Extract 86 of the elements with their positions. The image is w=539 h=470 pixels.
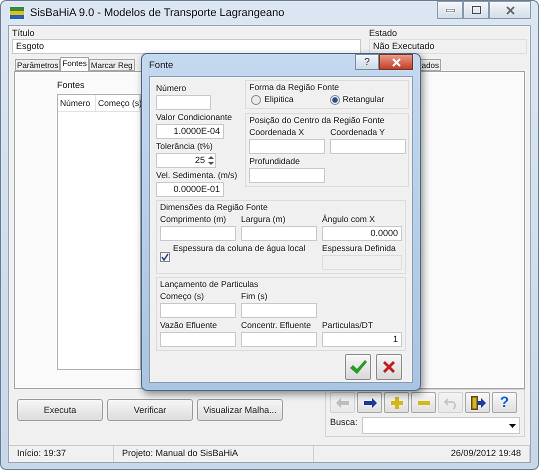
- spinner-arrows-icon: [207, 154, 215, 167]
- field-label: Vel. Sedimenta. (m/s): [156, 170, 238, 181]
- input-field[interactable]: [241, 332, 317, 347]
- field-label: Coordenada Y: [330, 127, 385, 138]
- close-icon: [506, 6, 514, 14]
- tab[interactable]: ados: [420, 59, 441, 71]
- input-field[interactable]: [249, 168, 326, 183]
- field-label: Largura (m): [241, 214, 286, 225]
- checkbox-label: Espessura da coluna de água local: [173, 243, 306, 254]
- close-icon: [392, 58, 400, 66]
- field-label: Profundidade: [249, 156, 300, 167]
- input-field[interactable]: [160, 226, 236, 241]
- spin-field[interactable]: 25: [156, 153, 216, 168]
- input-field[interactable]: 0.0000: [322, 226, 402, 241]
- field-label: Ângulo com X: [322, 214, 375, 225]
- arrow-left-icon: [336, 398, 350, 408]
- tab[interactable]: Parâmetros: [15, 59, 60, 71]
- field-label: Estado: [369, 28, 398, 39]
- input-field[interactable]: 0.0000E-01: [156, 182, 224, 197]
- door-arrow-icon: [470, 394, 486, 410]
- help-button[interactable]: ?: [355, 54, 379, 70]
- maximize-icon: [472, 6, 480, 14]
- search-label: Busca:: [330, 417, 358, 428]
- input-field[interactable]: [156, 95, 211, 110]
- radio-button[interactable]: [330, 94, 340, 104]
- checkbox[interactable]: [160, 252, 170, 262]
- radio-label: Elipitica: [264, 94, 294, 105]
- minimize-icon: [446, 8, 454, 12]
- minus-icon: [418, 400, 430, 404]
- input-field[interactable]: 1.0000E-04: [156, 124, 224, 139]
- dialog-title: Fonte: [149, 60, 174, 70]
- field-label: Espessura Definida: [322, 243, 396, 254]
- tab[interactable]: Fontes: [60, 57, 89, 71]
- radio-button[interactable]: [251, 94, 262, 104]
- check-icon: [161, 252, 169, 260]
- checkmark-icon: [349, 359, 367, 375]
- field-label: Número: [156, 83, 186, 94]
- status-text: 26/09/2012 19:48: [314, 446, 530, 462]
- field-label: Começo (s): [160, 291, 204, 302]
- undo-icon: [444, 396, 458, 408]
- action-button[interactable]: Visualizar Malha...: [197, 399, 283, 421]
- input-field[interactable]: [160, 303, 236, 318]
- field-label: Título: [12, 28, 35, 39]
- plus-icon: [390, 396, 402, 408]
- field-label: Fim (s): [241, 291, 268, 302]
- toolbar-button[interactable]: ?: [492, 392, 517, 413]
- arrow-right-icon: [362, 398, 376, 408]
- input-field[interactable]: [330, 139, 406, 154]
- field-label: Particulas/DT: [322, 320, 374, 331]
- column-header[interactable]: Número: [58, 95, 96, 111]
- input-field[interactable]: 1: [322, 332, 402, 347]
- field-label: Concentr. Efluente: [241, 320, 311, 331]
- action-button[interactable]: Executa: [17, 399, 103, 421]
- group-title: Dimensões da Região Fonte: [160, 202, 268, 213]
- action-button[interactable]: Verificar: [107, 399, 193, 421]
- field-label: Comprimento (m): [160, 214, 226, 225]
- input-field[interactable]: [241, 303, 317, 318]
- minimize-button[interactable]: [437, 1, 463, 19]
- status-text: Projeto: Manual do SisBaHiA: [114, 446, 314, 462]
- input-field[interactable]: [249, 139, 326, 154]
- tab[interactable]: Marcar Reg: [88, 59, 135, 71]
- window-title: SisBaHiA 9.0 - Modelos de Transporte Lagrangeano: [30, 7, 284, 19]
- app-logo-icon: [10, 7, 24, 19]
- title-field[interactable]: Esgoto: [12, 39, 361, 54]
- close-button[interactable]: [379, 54, 413, 70]
- close-button[interactable]: [489, 1, 531, 19]
- radio-label: Retangular: [342, 94, 384, 105]
- field-label: Valor Condicionante: [156, 112, 232, 123]
- group-title: Lançamento de Particulas: [160, 279, 258, 290]
- state-field: Não Executado: [369, 39, 527, 54]
- cancel-button[interactable]: [376, 354, 402, 380]
- field-label: Tolerância (t%): [156, 141, 213, 152]
- field-label: Vazão Efluente: [160, 320, 218, 331]
- toolbar-button[interactable]: [357, 392, 382, 413]
- cross-icon: [381, 359, 397, 375]
- field-label: Coordenada X: [249, 127, 304, 138]
- input-field[interactable]: [160, 332, 236, 347]
- section-label: Fontes: [57, 80, 85, 91]
- maximize-button[interactable]: [463, 1, 489, 19]
- status-text: Início: 19:37: [9, 446, 114, 462]
- dropdown-caret-icon: [509, 424, 516, 428]
- input-field[interactable]: [241, 226, 317, 241]
- toolbar-button[interactable]: [465, 392, 490, 413]
- group-title: Forma da Região Fonte: [249, 82, 340, 93]
- ok-button[interactable]: [345, 354, 371, 380]
- group-title: Posição do Centro da Região Fonte: [249, 115, 384, 126]
